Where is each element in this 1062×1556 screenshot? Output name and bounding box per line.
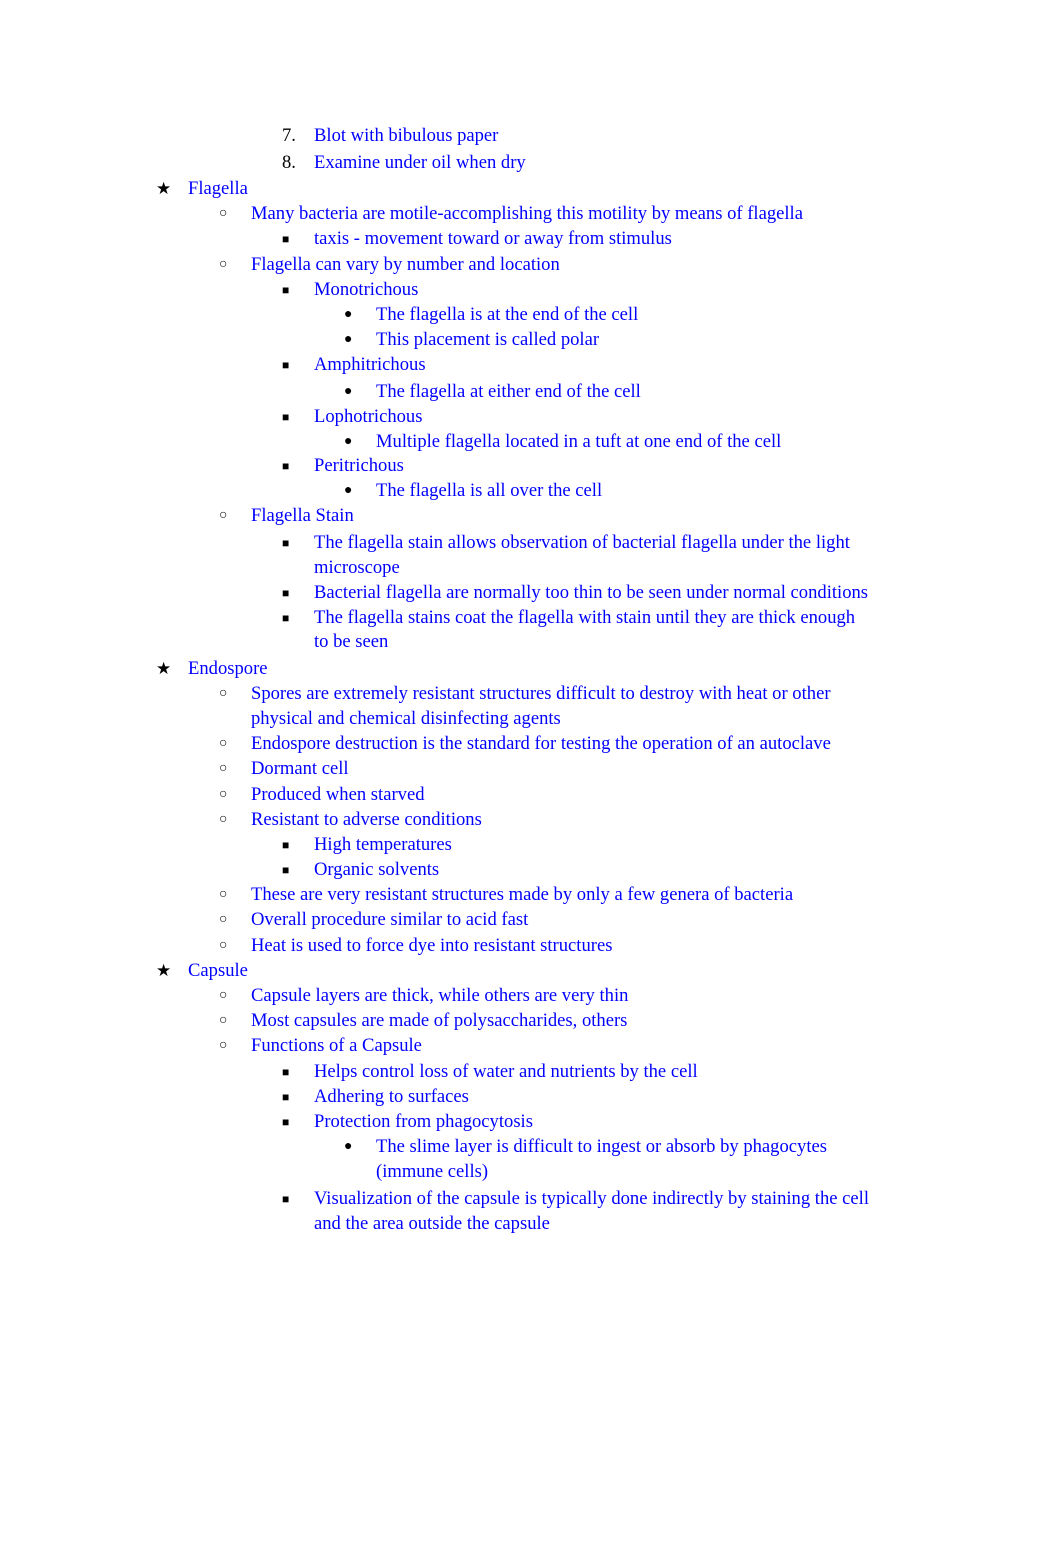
list-item-text: Capsule layers are thick, while others a… xyxy=(251,985,629,1006)
list-item-text: Produced when starved xyxy=(251,784,425,805)
circle-bullet-icon: ○ xyxy=(219,1038,228,1053)
square-bullet-icon: ■ xyxy=(282,838,290,852)
list-item-text: Multiple flagella located in a tuft at o… xyxy=(376,431,782,452)
list-item-text: High temperatures xyxy=(314,834,452,855)
circle-bullet-icon: ○ xyxy=(219,988,228,1003)
dot-bullet-icon: ● xyxy=(344,1139,353,1154)
list-item-text: Overall procedure similar to acid fast xyxy=(251,909,529,930)
step-number: 8. xyxy=(282,152,296,173)
star-bullet-icon: ★ xyxy=(156,961,172,980)
section-title: Flagella xyxy=(188,178,248,199)
dot-bullet-icon: ● xyxy=(344,434,353,449)
star-bullet-icon: ★ xyxy=(156,179,172,198)
square-bullet-icon: ■ xyxy=(282,459,290,473)
list-item-text: and the area outside the capsule xyxy=(314,1213,550,1234)
list-item-text: microscope xyxy=(314,557,400,578)
dot-bullet-icon: ● xyxy=(344,332,353,347)
list-item-text: taxis - movement toward or away from sti… xyxy=(314,228,672,249)
list-item-text: The flagella stain allows observation of… xyxy=(314,532,850,553)
list-item-text: Endospore destruction is the standard fo… xyxy=(251,733,831,754)
dot-bullet-icon: ● xyxy=(344,483,353,498)
square-bullet-icon: ■ xyxy=(282,283,290,297)
list-item-text: Flagella can vary by number and location xyxy=(251,254,560,275)
section-title: Endospore xyxy=(188,658,268,679)
circle-bullet-icon: ○ xyxy=(219,787,228,802)
square-bullet-icon: ■ xyxy=(282,1090,290,1104)
circle-bullet-icon: ○ xyxy=(219,686,228,701)
list-item-text: Most capsules are made of polysaccharide… xyxy=(251,1010,628,1031)
circle-bullet-icon: ○ xyxy=(219,257,228,272)
list-item-text: Adhering to surfaces xyxy=(314,1086,469,1107)
list-item-text: The slime layer is difficult to ingest o… xyxy=(376,1136,827,1157)
list-item-text: Visualization of the capsule is typicall… xyxy=(314,1188,869,1209)
list-item-text: The flagella is at the end of the cell xyxy=(376,304,639,325)
square-bullet-icon: ■ xyxy=(282,358,290,372)
list-item-text: Helps control loss of water and nutrient… xyxy=(314,1061,698,1082)
star-bullet-icon: ★ xyxy=(156,659,172,678)
square-bullet-icon: ■ xyxy=(282,410,290,424)
circle-bullet-icon: ○ xyxy=(219,887,228,902)
square-bullet-icon: ■ xyxy=(282,1065,290,1079)
list-item-text: Spores are extremely resistant structure… xyxy=(251,683,831,704)
list-item-text: Heat is used to force dye into resistant… xyxy=(251,935,613,956)
list-item-text: The flagella at either end of the cell xyxy=(376,381,641,402)
list-item-text: Many bacteria are motile-accomplishing t… xyxy=(251,203,803,224)
step-text: Examine under oil when dry xyxy=(314,152,526,173)
list-item-text: Flagella Stain xyxy=(251,505,354,526)
circle-bullet-icon: ○ xyxy=(219,1013,228,1028)
list-item-text: Peritrichous xyxy=(314,455,404,476)
circle-bullet-icon: ○ xyxy=(219,812,228,827)
dot-bullet-icon: ● xyxy=(344,307,353,322)
step-number: 7. xyxy=(282,125,296,146)
list-item-text: to be seen xyxy=(314,631,389,652)
list-item-text: Bacterial flagella are normally too thin… xyxy=(314,582,869,603)
circle-bullet-icon: ○ xyxy=(219,938,228,953)
step-text: Blot with bibulous paper xyxy=(314,125,499,146)
square-bullet-icon: ■ xyxy=(282,863,290,877)
list-item-text: Resistant to adverse conditions xyxy=(251,809,482,830)
list-item-text: Functions of a Capsule xyxy=(251,1035,422,1056)
list-item-text: physical and chemical disinfecting agent… xyxy=(251,708,561,729)
square-bullet-icon: ■ xyxy=(282,586,290,600)
list-item-text: (immune cells) xyxy=(376,1161,489,1182)
list-item-text: Organic solvents xyxy=(314,859,440,880)
list-item-text: The flagella is all over the cell xyxy=(376,480,603,501)
square-bullet-icon: ■ xyxy=(282,611,290,625)
circle-bullet-icon: ○ xyxy=(219,761,228,776)
list-item-text: These are very resistant structures made… xyxy=(251,884,794,905)
list-item-text: Lophotrichous xyxy=(314,406,423,427)
square-bullet-icon: ■ xyxy=(282,1192,290,1206)
circle-bullet-icon: ○ xyxy=(219,508,228,523)
circle-bullet-icon: ○ xyxy=(219,912,228,927)
list-item-text: Amphitrichous xyxy=(314,354,426,375)
square-bullet-icon: ■ xyxy=(282,536,290,550)
square-bullet-icon: ■ xyxy=(282,1115,290,1129)
square-bullet-icon: ■ xyxy=(282,232,290,246)
section-title: Capsule xyxy=(188,960,248,981)
document-page: 7. Blot with bibulous paper 8. Examine u… xyxy=(0,0,1062,1556)
list-item-text: Monotrichous xyxy=(314,279,419,300)
list-item-text: The flagella stains coat the flagella wi… xyxy=(314,607,856,628)
circle-bullet-icon: ○ xyxy=(219,736,228,751)
circle-bullet-icon: ○ xyxy=(219,206,228,221)
dot-bullet-icon: ● xyxy=(344,384,353,399)
list-item-text: Dormant cell xyxy=(251,758,349,779)
list-item-text: Protection from phagocytosis xyxy=(314,1111,533,1132)
list-item-text: This placement is called polar xyxy=(376,329,600,350)
